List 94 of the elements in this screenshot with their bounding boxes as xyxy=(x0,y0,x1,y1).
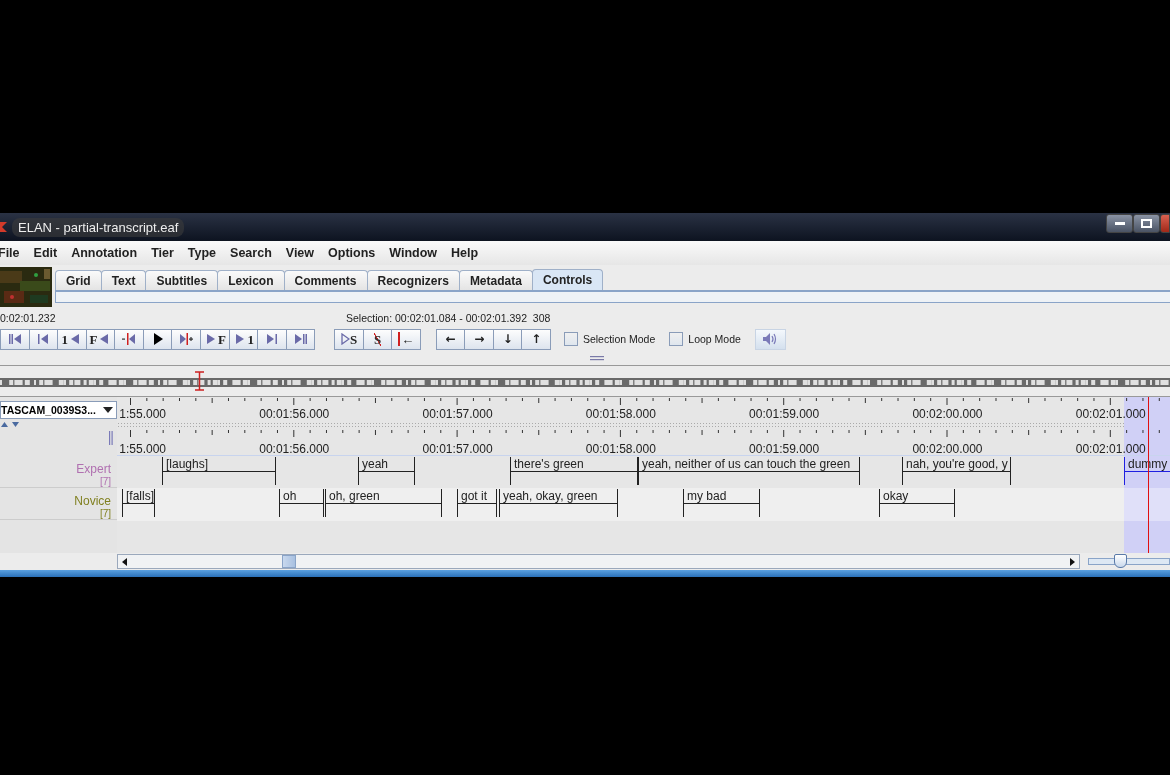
menu-item[interactable]: View xyxy=(285,246,315,260)
arrow-button[interactable]: ← xyxy=(435,328,466,350)
resize-handle-icon[interactable] xyxy=(109,431,113,445)
annotation-count: [7] xyxy=(99,476,111,487)
tab[interactable]: Controls xyxy=(531,269,604,290)
annotation[interactable]: yeah, neither of us can touch the green xyxy=(638,457,860,485)
minimize-icon xyxy=(1114,221,1125,226)
time-label: 1:55.000 xyxy=(119,407,166,421)
annotation[interactable]: yeah, okay, green xyxy=(499,489,618,517)
step-back-frame-button[interactable]: F xyxy=(85,328,116,350)
skip-end-icon xyxy=(293,332,308,346)
up-down-arrows-icon[interactable] xyxy=(0,422,22,427)
checkbox[interactable] xyxy=(669,332,684,346)
menu-item[interactable]: Search xyxy=(230,246,272,260)
step-back-pixel-button[interactable] xyxy=(114,328,144,350)
annotation[interactable]: got it xyxy=(457,489,497,517)
annotation[interactable]: oh xyxy=(279,489,324,517)
app-logo-icon xyxy=(0,220,8,234)
time-label: 00:01:56.000 xyxy=(259,442,330,456)
annotation[interactable]: there's green xyxy=(510,457,638,485)
checkbox-label: Loop Mode xyxy=(688,333,741,345)
menu-item[interactable]: Edit xyxy=(33,246,58,260)
menu-item[interactable]: Tier xyxy=(151,246,174,260)
time-label: 00:01:58.000 xyxy=(585,407,656,421)
step-forward-frame-button[interactable]: F xyxy=(199,328,230,350)
menu-item[interactable]: Help xyxy=(451,246,479,260)
window-title: ELAN - partial-transcript.eaf xyxy=(12,217,185,237)
step-back-icon xyxy=(122,332,137,346)
time-label: 00:01:58.000 xyxy=(585,442,656,456)
close-button[interactable] xyxy=(1160,214,1170,233)
step-back-second-button[interactable]: 1 xyxy=(57,328,87,350)
checkbox[interactable] xyxy=(563,332,578,346)
volume-button[interactable] xyxy=(754,328,786,350)
selection-info: Selection: 00:02:01.084 - 00:02:01.392 308 xyxy=(346,312,551,324)
skip-start-icon xyxy=(7,332,22,346)
skip-forward-icon xyxy=(265,332,280,346)
annotation-count: [7] xyxy=(99,508,111,519)
arrow-button[interactable]: ↓ xyxy=(492,328,523,350)
tab[interactable]: Subtitles xyxy=(145,270,219,290)
time-label: 00:01:59.000 xyxy=(749,442,820,456)
checkbox-label: Selection Mode xyxy=(582,333,656,345)
annotation[interactable]: okay xyxy=(879,489,955,517)
annotation[interactable]: nah, you're good, y xyxy=(902,457,1011,485)
menu-item[interactable]: Annotation xyxy=(71,246,138,260)
time-label: 00:01:56.000 xyxy=(259,407,330,421)
next-button[interactable] xyxy=(257,328,287,350)
time-label: 00:01:57.000 xyxy=(422,442,493,456)
minimize-button[interactable] xyxy=(1106,214,1133,233)
tab[interactable]: Recognizers xyxy=(366,270,460,290)
selection-boundary-icon xyxy=(398,332,402,346)
step-forward-pixel-button[interactable] xyxy=(171,328,201,350)
arrow-button[interactable]: → xyxy=(464,328,494,350)
time-label: 00:02:00.000 xyxy=(912,442,983,456)
tab[interactable]: Text xyxy=(100,270,147,290)
step-forward-icon xyxy=(179,332,194,346)
time-label: 00:01:57.000 xyxy=(422,407,493,421)
annotation[interactable]: yeah xyxy=(358,457,415,485)
media-time: 0:02:01.232 xyxy=(0,312,56,324)
arrow-button[interactable]: ↑ xyxy=(521,328,551,350)
annotation[interactable]: [laughs] xyxy=(162,457,276,485)
menu-item[interactable]: Options xyxy=(328,246,376,260)
time-label: 00:02:00.000 xyxy=(912,407,983,421)
position-marker-icon xyxy=(194,371,205,391)
tab[interactable]: Comments xyxy=(283,270,368,290)
menu-item[interactable]: Type xyxy=(187,246,217,260)
dropdown-caret-icon xyxy=(103,406,113,413)
splitter-grip-icon[interactable] xyxy=(590,356,604,361)
annotation[interactable]: oh, green xyxy=(325,489,442,517)
time-label: 00:01:59.000 xyxy=(749,407,820,421)
time-label: 00:02:01.000 xyxy=(1075,442,1146,456)
maximize-button[interactable] xyxy=(1133,214,1160,233)
go-to-begin-button[interactable] xyxy=(0,328,30,350)
horizontal-scrollbar[interactable] xyxy=(117,554,1080,569)
play-selection-button[interactable]: S xyxy=(334,328,364,350)
annotation[interactable]: [falls] xyxy=(122,489,155,517)
annotation[interactable]: my bad xyxy=(683,489,760,517)
tab[interactable]: Grid xyxy=(55,270,102,290)
tab[interactable]: Metadata xyxy=(458,270,533,290)
speaker-icon xyxy=(762,332,779,346)
go-to-end-button[interactable] xyxy=(285,328,316,350)
previous-button[interactable] xyxy=(28,328,58,350)
scrollbar-thumb[interactable] xyxy=(282,555,296,568)
menu-item[interactable]: Window xyxy=(389,246,438,260)
tab[interactable]: Lexicon xyxy=(217,270,285,290)
time-label: 00:02:01.000 xyxy=(1075,407,1146,421)
media-selector-dropdown[interactable]: TASCAM_0039S3... xyxy=(0,400,117,419)
selection-begin-button[interactable]: ← xyxy=(391,328,421,350)
play-button[interactable] xyxy=(142,328,173,350)
time-label: 1:55.000 xyxy=(119,442,166,456)
maximize-icon xyxy=(1141,219,1152,228)
zoom-slider-thumb[interactable] xyxy=(1114,554,1128,568)
outline-triangle-icon xyxy=(341,333,351,345)
skip-back-icon xyxy=(36,332,51,346)
step-forward-second-button[interactable]: 1 xyxy=(228,328,259,350)
